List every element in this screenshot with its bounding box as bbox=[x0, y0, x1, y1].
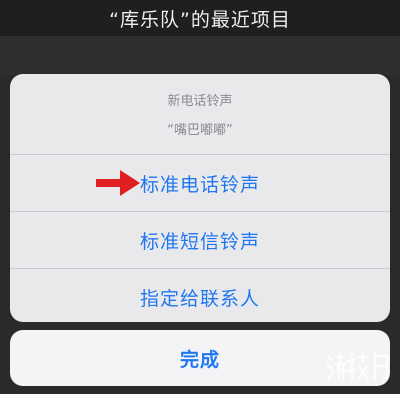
assign-to-contact-option[interactable]: 指定给联系人 bbox=[10, 268, 390, 322]
red-arrow-icon bbox=[96, 170, 140, 196]
page-title: “库乐队”的最近项目 bbox=[109, 8, 291, 31]
standard-ringtone-option[interactable]: 标准电话铃声 bbox=[10, 154, 390, 211]
action-sheet-header: 新电话铃声 “嘴巴嘟嘟” bbox=[10, 74, 390, 154]
dimmed-background bbox=[0, 36, 400, 76]
action-sheet: 新电话铃声 “嘴巴嘟嘟” 标准电话铃声 标准短信铃声 指定给联系人 bbox=[10, 74, 390, 322]
done-button-label: 完成 bbox=[179, 348, 220, 371]
site-logo-watermark bbox=[325, 351, 389, 382]
standard-text-tone-option[interactable]: 标准短信铃声 bbox=[10, 211, 390, 268]
option-label: 指定给联系人 bbox=[139, 287, 260, 310]
action-sheet-subtitle: “嘴巴嘟嘟” bbox=[167, 123, 233, 138]
option-label: 标准短信铃声 bbox=[139, 230, 260, 253]
option-label: 标准电话铃声 bbox=[139, 173, 260, 196]
action-sheet-title: 新电话铃声 bbox=[167, 94, 233, 109]
top-bar: “库乐队”的最近项目 bbox=[0, 0, 400, 36]
